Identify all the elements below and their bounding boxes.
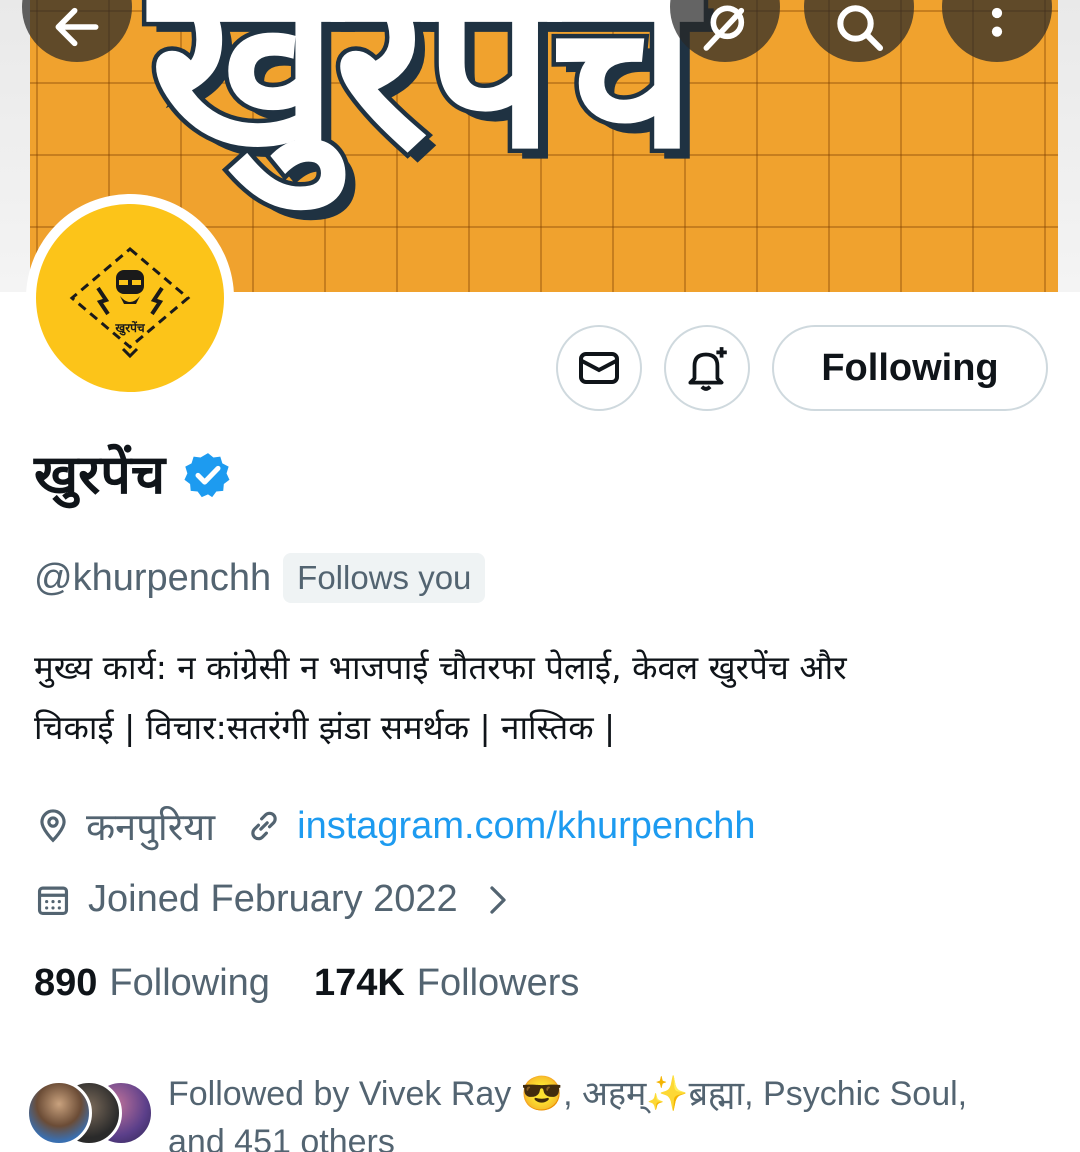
followers-stat[interactable]: 174K Followers [314, 962, 579, 1005]
follows-you-badge: Follows you [283, 553, 486, 603]
bell-plus-icon [688, 347, 727, 391]
handle: @khurpenchh [34, 556, 272, 599]
following-stat[interactable]: 890 Following [34, 962, 270, 1005]
bio-line: चिकाई | विचार:सतरंगी झंडा समर्थक | नास्त… [34, 708, 616, 747]
followed-by-text[interactable]: Followed by Vivek Ray 😎, अहम्✨ब्रह्मा, P… [168, 1070, 1048, 1152]
bio-line: मुख्य कार्य: न कांग्रेसी न भाजपाई चौतरफा… [34, 648, 847, 687]
calendar-icon [37, 886, 69, 915]
verified-badge-icon[interactable] [183, 450, 233, 500]
followed-by-line: and 451 others [168, 1123, 395, 1152]
search-icon [837, 5, 884, 52]
bio: मुख्य कार्य: न कांग्रेसी न भाजपाई चौतरफा… [34, 638, 1044, 758]
joined-row[interactable]: Joined February 2022 [34, 878, 516, 921]
logo-text: खुरपेंच [114, 321, 146, 336]
followers-count: 174K [313, 962, 405, 1004]
notifications-button[interactable] [664, 325, 750, 411]
translate-icon [703, 5, 745, 51]
profile-page: खुरपेंच खुरपेंच Following खुरपेंच @khurp… [0, 0, 1080, 1152]
avatar[interactable]: खुरपेंच [26, 194, 234, 402]
handle-row: @khurpenchh Follows you [34, 553, 486, 603]
link-icon [251, 811, 277, 841]
avatar-logo: खुरपेंच [36, 204, 224, 392]
following-button[interactable]: Following [772, 325, 1048, 411]
followers-label: Followers [416, 962, 580, 1004]
location-pin-icon [40, 809, 66, 843]
display-name: खुरपेंच [34, 443, 166, 506]
name-row: खुरपेंच [34, 448, 233, 502]
message-button[interactable] [556, 325, 642, 411]
stats-row: 890 Following 174K Followers [34, 962, 579, 1005]
follower-avatar [26, 1080, 92, 1146]
following-count: 890 [34, 962, 98, 1004]
location-website-row: कनपुरिया instagram.com/khurpenchh [34, 800, 755, 852]
envelope-icon [579, 352, 619, 384]
followed-by-line: Followed by Vivek Ray 😎, अहम्✨ब्रह्मा, P… [168, 1075, 968, 1113]
chevron-right-icon [490, 885, 506, 914]
more-vertical-icon [991, 7, 1003, 37]
following-label: Following [109, 962, 270, 1004]
website-link[interactable]: instagram.com/khurpenchh [297, 805, 755, 848]
location-text: कनपुरिया [86, 807, 216, 849]
arrow-left-icon [55, 7, 99, 47]
joined-text: Joined February 2022 [88, 878, 458, 920]
banner-word: खुरपेंच [146, 0, 702, 200]
khurpench-logo: खुरपेंच [69, 247, 191, 359]
